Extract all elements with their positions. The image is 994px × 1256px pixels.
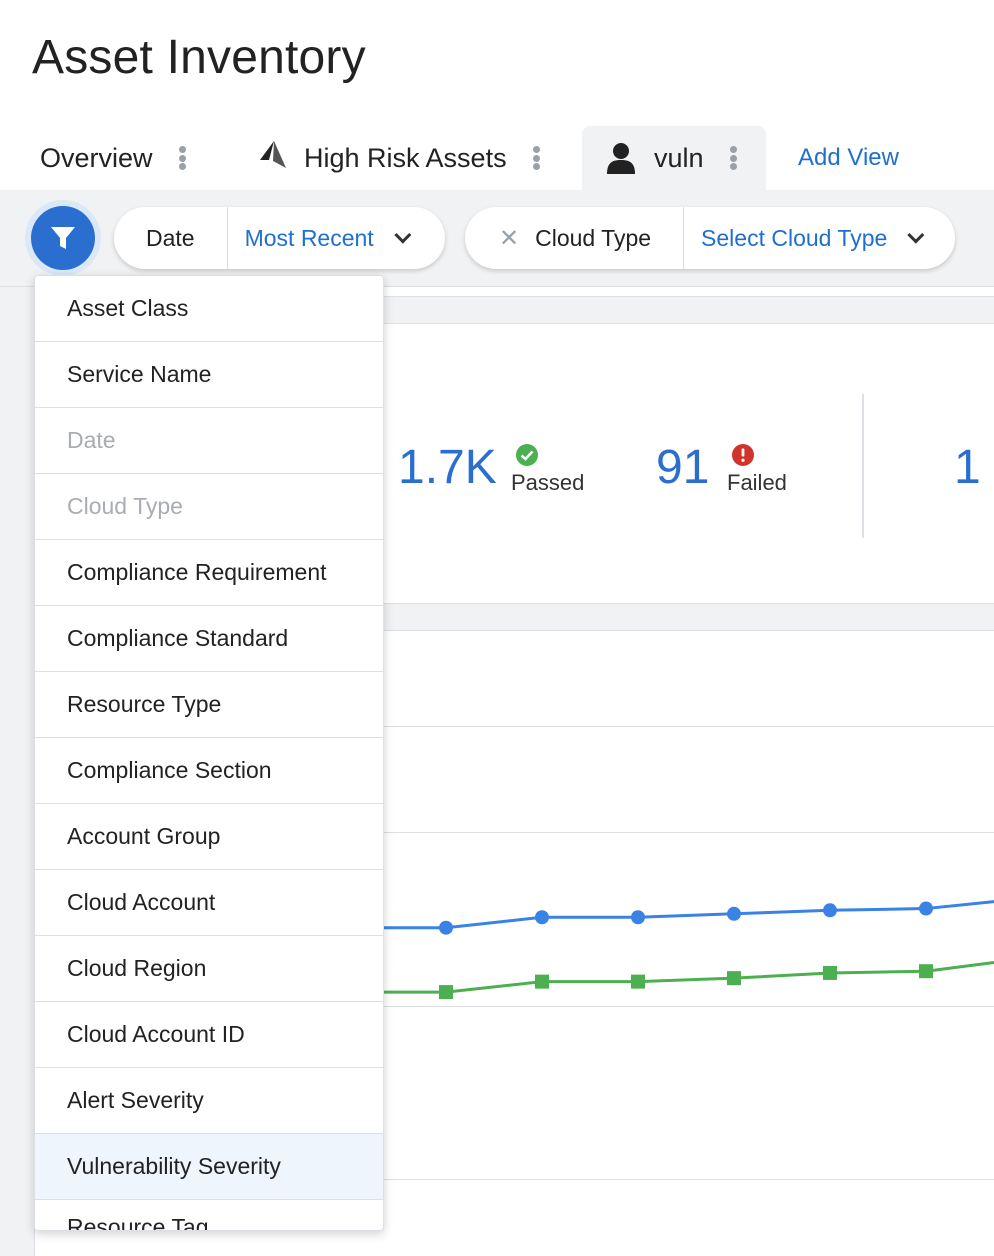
series-0-point: [535, 910, 549, 925]
filter-option-compliance-requirement[interactable]: Compliance Requirement: [35, 540, 383, 606]
series-1-point: [823, 965, 837, 980]
filter-option-date: Date: [35, 408, 383, 474]
series-1-point: [727, 971, 741, 986]
series-0-point: [823, 903, 837, 918]
filter-option-cloud-region[interactable]: Cloud Region: [35, 936, 383, 1002]
series-0-point: [919, 901, 933, 916]
filter-option-cloud-account-id[interactable]: Cloud Account ID: [35, 1002, 383, 1068]
series-1-point: [535, 974, 549, 989]
series-1-point: [631, 974, 645, 989]
filter-option-account-group[interactable]: Account Group: [35, 804, 383, 870]
series-line-0: [384, 900, 994, 930]
filter-option-asset-class[interactable]: Asset Class: [35, 276, 383, 342]
series-0-point: [631, 910, 645, 925]
series-1-point: [919, 964, 933, 979]
filter-option-cloud-account[interactable]: Cloud Account: [35, 870, 383, 936]
filter-option-vulnerability-severity[interactable]: Vulnerability Severity: [35, 1134, 383, 1200]
filter-option-cloud-type: Cloud Type: [35, 474, 383, 540]
filter-option-resource-tag[interactable]: Resource Tag: [35, 1200, 383, 1230]
filter-option-alert-severity[interactable]: Alert Severity: [35, 1068, 383, 1134]
filter-option-compliance-section[interactable]: Compliance Section: [35, 738, 383, 804]
series-0-point: [727, 906, 741, 921]
series-line-1: [384, 961, 994, 994]
filter-option-service-name[interactable]: Service Name: [35, 342, 383, 408]
filter-options-menu: Asset Class Service Name Date Cloud Type Com…: [34, 275, 384, 1231]
filter-option-compliance-standard[interactable]: Compliance Standard: [35, 606, 383, 672]
series-1-point: [439, 985, 453, 1000]
filter-option-resource-type[interactable]: Resource Type: [35, 672, 383, 738]
series-0-point: [439, 920, 453, 935]
